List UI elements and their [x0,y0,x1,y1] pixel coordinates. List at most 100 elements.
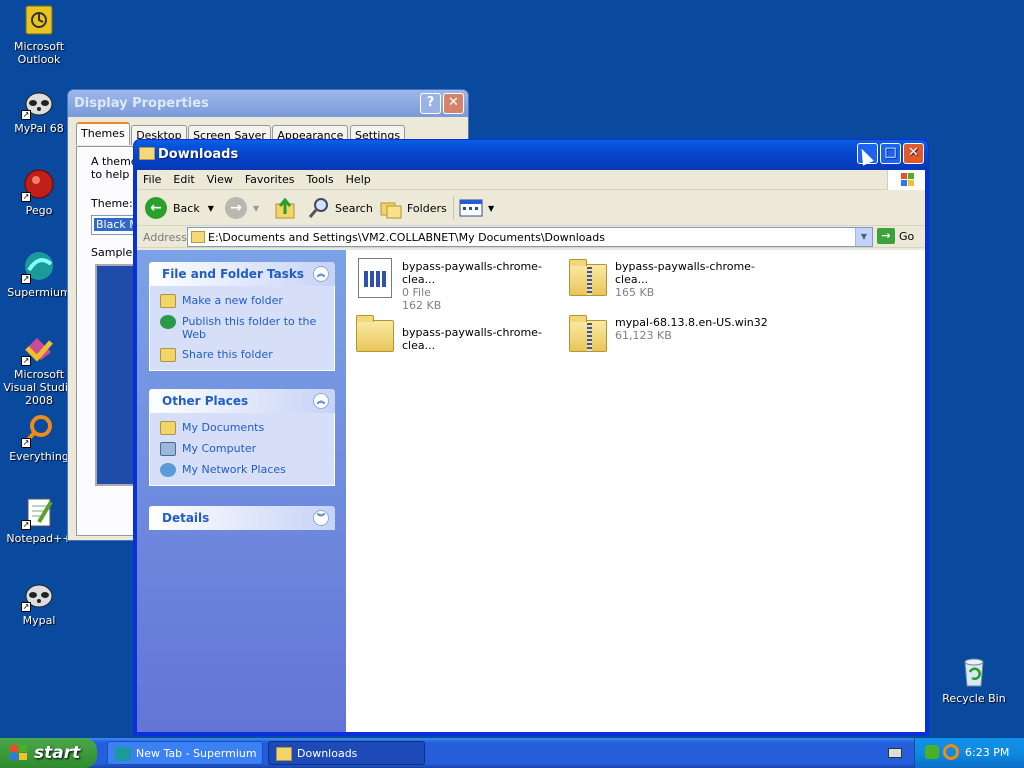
clock[interactable]: 6:23 PM [965,746,1009,759]
explorer-content: File and Folder Tasks ︽ Make a new folder… [137,250,925,732]
file-item[interactable]: bypass-paywalls-chrome-clea... 165 KB [567,256,777,306]
explorer-window[interactable]: Downloads _ □ ✕ File Edit View Favorites Too… [133,139,929,736]
panel-header[interactable]: File and Folder Tasks ︽ [149,262,335,286]
folder-icon [191,231,205,243]
address-input[interactable]: E:\Documents and Settings\VM2.COLLABNET\… [187,227,873,247]
system-tray: 6:23 PM [914,738,1024,768]
desktop-icon-outlook[interactable]: Microsoft Outlook [0,4,78,66]
address-label: Address [143,231,187,244]
network-icon [160,463,176,477]
window-title: Display Properties [74,96,209,111]
folders-icon [380,202,402,219]
menu-help[interactable]: Help [340,170,377,189]
my-network-places-link[interactable]: My Network Places [160,463,324,477]
theme-label: Theme: [91,197,133,210]
views-icon [459,199,483,217]
folder-icon [139,147,155,160]
pego-icon: ↗ [21,168,55,202]
search-icon [308,198,328,218]
search-tray-icon[interactable] [943,744,959,760]
zip-folder-icon [567,256,609,300]
notepad-plus-plus-icon: ↗ [21,496,55,530]
my-computer-link[interactable]: My Computer [160,442,324,456]
menu-tools[interactable]: Tools [301,170,340,189]
make-new-folder-link[interactable]: Make a new folder [160,294,324,308]
file-list: bypass-paywalls-chrome-clea... 0 File 162 … [346,250,925,732]
panel-header[interactable]: Details ︾ [149,506,335,530]
file-folder-tasks-panel: File and Folder Tasks ︽ Make a new folder… [149,262,335,371]
task-pane: File and Folder Tasks ︽ Make a new folder… [137,250,346,732]
back-arrow-icon: ← [145,197,167,219]
back-button[interactable]: ← Back ▼ [145,196,214,220]
menu-edit[interactable]: Edit [167,170,200,189]
chevron-up-icon[interactable]: ︽ [313,266,329,282]
views-button[interactable]: ▼ [459,196,494,220]
intro-text: A theme [91,155,138,168]
chevron-down-icon: ▼ [253,203,260,213]
desktop-icon-label: Microsoft Outlook [13,40,65,66]
my-documents-link[interactable]: My Documents [160,421,324,435]
supermium-icon [115,747,131,761]
address-bar: Address E:\Documents and Settings\VM2.CO… [137,226,925,248]
chevron-down-icon[interactable]: ︾ [313,510,329,526]
sample-label: Sample: [91,246,136,259]
keyboard-icon[interactable] [888,748,902,758]
start-button[interactable]: start [0,738,97,768]
close-button[interactable]: ✕ [903,143,924,164]
desktop-icon-label: Recycle Bin [942,692,1006,705]
menu-view[interactable]: View [201,170,239,189]
search-button[interactable]: Search [307,196,373,220]
taskbar-item-downloads[interactable]: Downloads [268,741,425,765]
zip-folder-icon [567,312,609,356]
help-button[interactable]: ? [420,93,441,114]
my-documents-icon [160,421,176,435]
visual-studio-icon: ↗ [21,332,55,366]
raccoon-icon: ↗ [21,86,55,120]
other-places-panel: Other Places ︽ My Documents My Computer M… [149,389,335,486]
publish-folder-link[interactable]: Publish this folder to the Web [160,315,324,341]
recycle-bin-icon [958,656,990,688]
display-properties-titlebar[interactable]: Display Properties ? ✕ [68,90,468,117]
details-panel: Details ︾ [149,506,335,530]
search-icon: ↗ [21,414,55,448]
outlook-icon [23,4,55,36]
folders-button[interactable]: Folders [379,196,447,220]
panel-header[interactable]: Other Places ︽ [149,389,335,413]
new-folder-icon [160,294,176,308]
file-item[interactable]: bypass-paywalls-chrome-clea... 0 File 162 … [354,256,564,312]
menu-favorites[interactable]: Favorites [239,170,301,189]
file-item[interactable]: bypass-paywalls-chrome-clea... [354,312,564,362]
chevron-down-icon: ▼ [207,203,214,213]
address-dropdown-button[interactable]: ▼ [855,228,872,246]
desktop-icon-recycle-bin[interactable]: Recycle Bin [935,656,1013,705]
share-folder-link[interactable]: Share this folder [160,348,324,362]
desktop-icon-mypal[interactable]: ↗ Mypal [0,578,78,627]
windows-flag-icon [887,170,925,190]
window-title: Downloads [158,147,239,162]
folder-icon [276,747,292,761]
taskbar-item-supermium[interactable]: New Tab - Supermium [107,741,263,765]
share-folder-icon [160,348,176,362]
tab-themes[interactable]: Themes [76,122,130,145]
file-item[interactable]: mypal-68.13.8.en-US.win32 61,123 KB [567,312,777,362]
folder-up-icon [275,197,295,219]
chevron-up-icon[interactable]: ︽ [313,393,329,409]
explorer-titlebar[interactable]: Downloads _ □ ✕ [134,140,928,170]
up-button[interactable] [273,196,297,220]
windows-logo-icon [10,745,27,760]
menu-bar: File Edit View Favorites Tools Help [137,170,925,190]
menu-file[interactable]: File [137,170,167,189]
file-icon [354,256,396,300]
network-tray-icon[interactable] [925,745,939,759]
computer-icon [160,442,176,456]
maximize-button[interactable]: □ [880,143,901,164]
forward-button[interactable]: → ▼ [225,196,259,220]
raccoon-icon: ↗ [21,578,55,612]
supermium-icon: ↗ [21,250,55,284]
go-button[interactable]: → Go [877,228,914,244]
folder-icon [354,312,396,356]
taskbar: start New Tab - Supermium Downloads 6:23… [0,738,1024,768]
chevron-down-icon: ▼ [488,203,495,213]
close-button[interactable]: ✕ [443,93,464,114]
desktop-icon-label: Mypal [22,614,56,627]
